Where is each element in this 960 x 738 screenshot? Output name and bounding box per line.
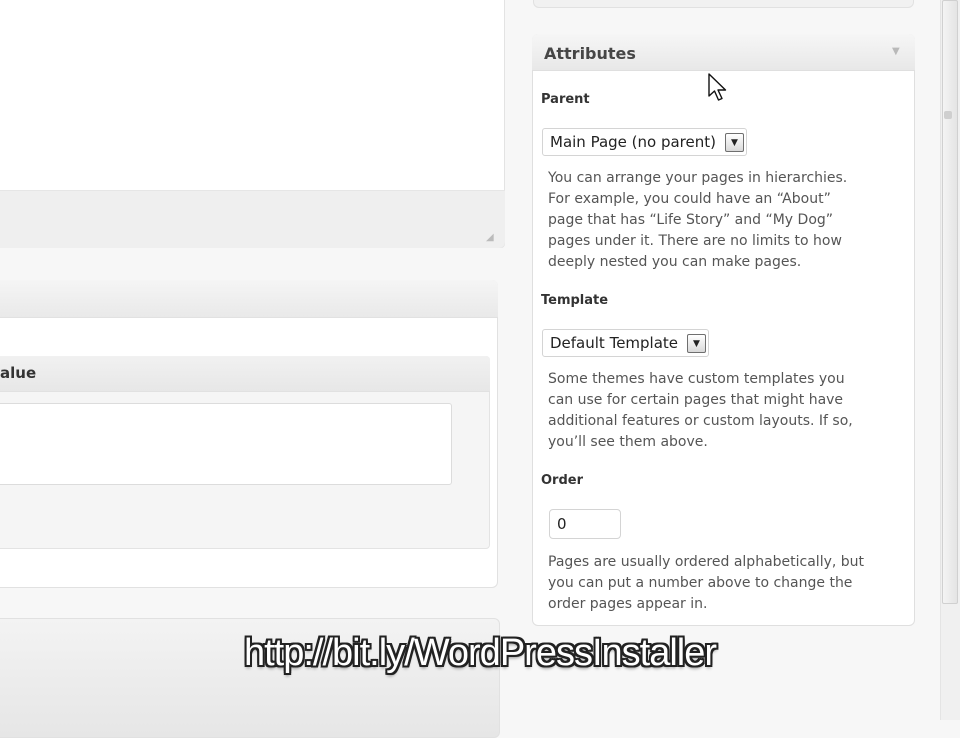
mouse-pointer-icon: [708, 73, 727, 101]
overlay-url-caption: http://bit.ly/WordPressInstaller: [243, 632, 717, 674]
template-help-text: Some themes have custom templates you ca…: [548, 371, 853, 450]
parent-select[interactable]: Main Page (no parent) ▼: [542, 128, 747, 156]
parent-help-text: You can arrange your pages in hierarchie…: [548, 170, 848, 270]
attributes-title: Attributes: [544, 44, 636, 63]
value-textarea[interactable]: [0, 403, 452, 485]
resize-grip-icon[interactable]: ◢: [486, 232, 498, 244]
custom-fields-table-header: [0, 356, 490, 392]
parent-label: Parent: [541, 92, 590, 107]
template-select[interactable]: Default Template ▼: [542, 329, 709, 357]
editor-status-bar: [0, 190, 505, 248]
chevron-down-icon[interactable]: ▼: [687, 334, 706, 353]
triangle-down-icon[interactable]: ▼: [892, 46, 900, 57]
template-label: Template: [541, 293, 609, 308]
chevron-down-icon[interactable]: ▼: [725, 133, 744, 152]
order-input[interactable]: 0: [549, 509, 621, 539]
custom-fields-panel-header[interactable]: [0, 280, 498, 318]
parent-select-value: Main Page (no parent): [550, 133, 716, 151]
order-help-text: Pages are usually ordered alphabetically…: [548, 554, 865, 612]
scrollbar-thumb[interactable]: [942, 0, 958, 604]
value-column-header: alue: [0, 364, 37, 382]
template-select-value: Default Template: [550, 334, 679, 352]
previous-box-footer: [533, 0, 914, 8]
order-label: Order: [541, 473, 583, 488]
scrollbar-grip: [944, 111, 952, 119]
